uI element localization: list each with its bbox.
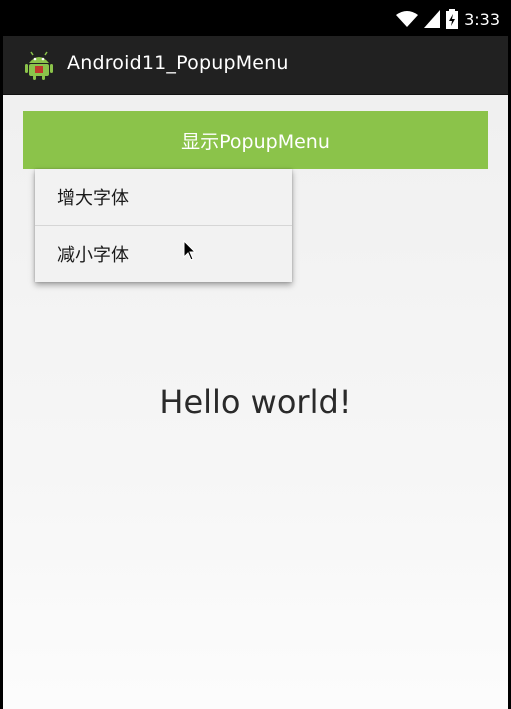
battery-icon — [446, 9, 459, 29]
signal-icon — [424, 10, 441, 28]
status-icons: 3:33 — [396, 8, 500, 30]
menu-item-increase-font[interactable]: 增大字体 — [35, 169, 292, 225]
phone-screen: 3:33 Android11_PopupMenu 显示PopupMenu 增大字… — [3, 0, 508, 709]
popup-menu: 增大字体 减小字体 — [35, 169, 292, 282]
show-popup-menu-button[interactable]: 显示PopupMenu — [23, 111, 488, 169]
menu-item-decrease-font[interactable]: 减小字体 — [35, 226, 292, 282]
status-clock: 3:33 — [464, 9, 500, 29]
hello-world-text: Hello world! — [159, 383, 352, 421]
app-title: Android11_PopupMenu — [67, 52, 289, 74]
status-bar: 3:33 — [3, 0, 508, 36]
wifi-icon — [396, 11, 419, 27]
mouse-pointer-icon — [183, 240, 197, 261]
main-content: 显示PopupMenu 增大字体 减小字体 Hello world! — [3, 95, 508, 709]
action-bar: Android11_PopupMenu — [3, 36, 508, 95]
android-icon — [25, 51, 53, 80]
